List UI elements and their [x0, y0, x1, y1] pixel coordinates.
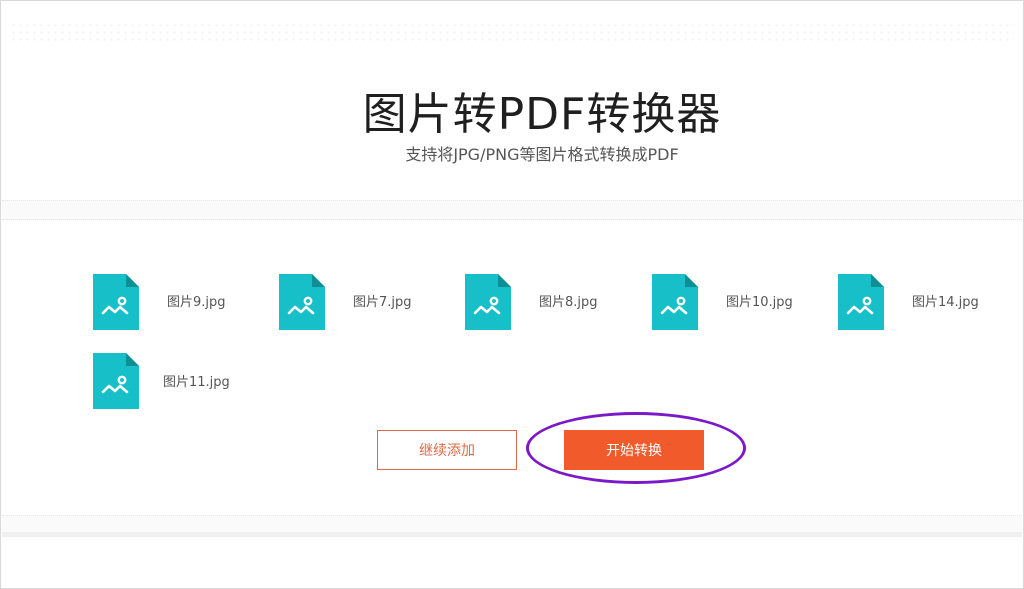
file-name: 图片14.jpg [912, 295, 979, 310]
section-divider-top [2, 200, 1022, 220]
footer-band [2, 532, 1022, 537]
image-file-icon [465, 274, 511, 330]
continue-add-button[interactable]: 继续添加 [377, 430, 517, 470]
file-item[interactable]: 图片14.jpg [838, 274, 1018, 330]
file-item[interactable]: 图片11.jpg [93, 353, 293, 409]
image-file-icon [838, 274, 884, 330]
page-subtitle: 支持将JPG/PNG等图片格式转换成PDF [405, 145, 679, 164]
file-name: 图片9.jpg [167, 295, 226, 310]
file-item[interactable]: 图片7.jpg [279, 274, 479, 330]
page-title: 图片转PDF转换器 [362, 89, 722, 140]
file-name: 图片8.jpg [539, 295, 598, 310]
file-item[interactable]: 图片8.jpg [465, 274, 665, 330]
image-file-icon [279, 274, 325, 330]
file-name: 图片7.jpg [353, 295, 412, 310]
start-convert-button[interactable]: 开始转换 [564, 430, 704, 470]
file-name: 图片11.jpg [163, 375, 230, 390]
file-item[interactable]: 图片10.jpg [652, 274, 852, 330]
image-file-icon [93, 274, 139, 330]
decorative-dot-band [10, 22, 1014, 42]
file-item[interactable]: 图片9.jpg [93, 274, 293, 330]
file-name: 图片10.jpg [726, 295, 793, 310]
image-file-icon [93, 353, 139, 409]
image-file-icon [652, 274, 698, 330]
